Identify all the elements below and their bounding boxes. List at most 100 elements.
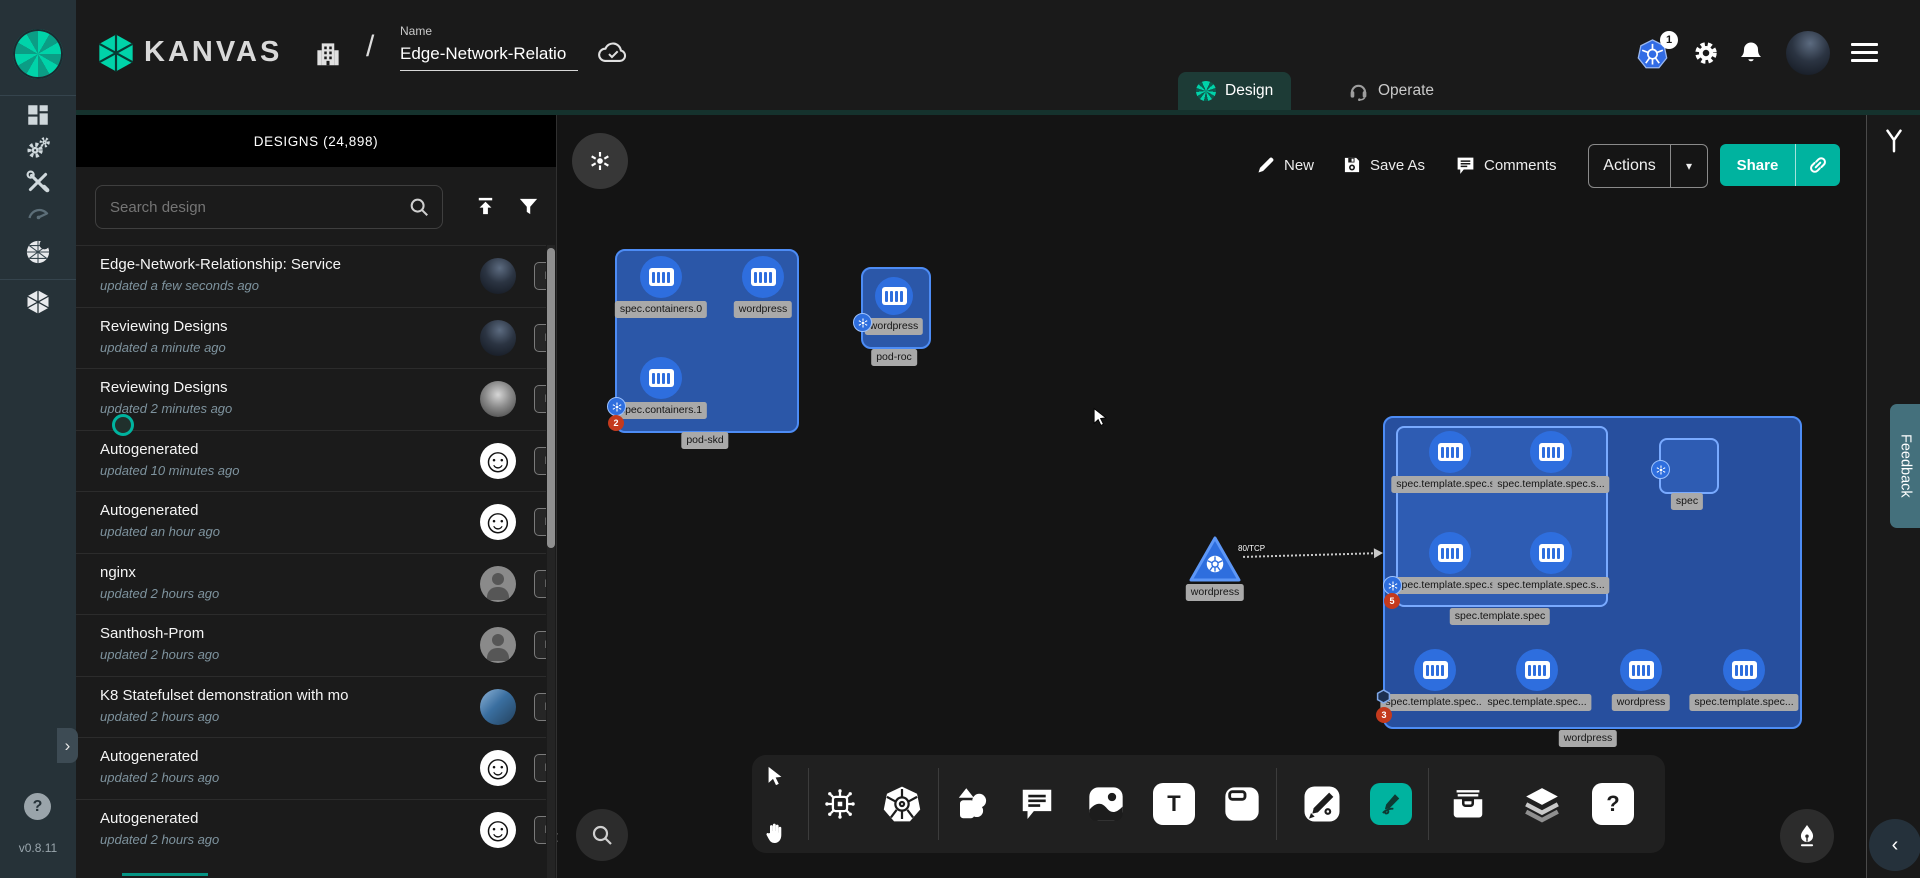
rail-collapse-button[interactable]: ‹ bbox=[1869, 819, 1920, 871]
container-node[interactable] bbox=[1620, 649, 1662, 691]
save-as-floppy-icon[interactable] bbox=[1342, 155, 1362, 175]
canvas-quick-button[interactable] bbox=[572, 133, 628, 189]
new-button[interactable]: New bbox=[1284, 157, 1314, 174]
design-title: K8 Statefulset demonstration with mo bbox=[100, 687, 348, 704]
kubernetes-badge-icon[interactable] bbox=[853, 313, 872, 332]
list-scrollbar-thumb[interactable] bbox=[547, 248, 555, 548]
container-label: spec.template.spec.s... bbox=[1391, 577, 1508, 594]
comments-button[interactable]: Comments bbox=[1484, 157, 1557, 174]
sidebar-item-meshery[interactable] bbox=[21, 235, 55, 269]
visibility-button[interactable]: PUBLIC bbox=[534, 385, 546, 413]
tab-rect-icon bbox=[1222, 784, 1262, 824]
visibility-button[interactable]: PUBLIC bbox=[534, 631, 546, 659]
sidebar-item-configuration[interactable] bbox=[21, 165, 55, 199]
chevron-down-icon[interactable]: ▾ bbox=[1671, 159, 1707, 173]
new-design-pencil-icon[interactable] bbox=[1256, 155, 1276, 175]
edge-pen-tool-button[interactable] bbox=[1299, 781, 1345, 827]
container-node[interactable] bbox=[1530, 532, 1572, 574]
freehand-draw-tool-button[interactable] bbox=[1368, 781, 1414, 827]
visibility-button[interactable]: PUBLIC bbox=[534, 508, 546, 536]
container-node[interactable] bbox=[1723, 649, 1765, 691]
container-node[interactable] bbox=[640, 256, 682, 298]
layers-tool-button[interactable] bbox=[1519, 781, 1565, 827]
design-list-item[interactable]: Autogenerated updated 10 minutes ago ☺ P… bbox=[76, 430, 546, 492]
select-tool-button[interactable] bbox=[752, 753, 798, 799]
settings-gear-icon[interactable] bbox=[1692, 39, 1720, 67]
help-tool-button[interactable]: ? bbox=[1590, 781, 1636, 827]
error-count-badge[interactable]: 2 bbox=[608, 415, 624, 431]
design-title: Autogenerated bbox=[100, 502, 198, 519]
user-avatar[interactable] bbox=[1786, 31, 1830, 75]
share-button[interactable]: Share bbox=[1720, 144, 1840, 186]
design-search-input[interactable] bbox=[96, 199, 408, 216]
tab-operate[interactable]: Operate bbox=[1330, 72, 1452, 110]
help-button[interactable]: ? bbox=[24, 793, 51, 820]
visibility-button[interactable]: PUBLIC▾ bbox=[534, 324, 546, 352]
sidebar-item-dashboard[interactable] bbox=[21, 98, 55, 132]
hamburger-menu-icon[interactable] bbox=[1851, 43, 1878, 62]
text-tool-button[interactable]: T bbox=[1151, 781, 1197, 827]
container-node[interactable] bbox=[1429, 532, 1471, 574]
save-as-button[interactable]: Save As bbox=[1370, 157, 1425, 174]
design-list-item[interactable]: Reviewing Designs updated a minute ago P… bbox=[76, 307, 546, 369]
comment-tool-button[interactable] bbox=[1014, 781, 1060, 827]
organization-icon[interactable] bbox=[313, 39, 343, 69]
scribble-pencil-icon bbox=[1370, 783, 1412, 825]
hexagon-badge-icon[interactable] bbox=[1376, 689, 1391, 704]
zoom-search-button[interactable] bbox=[576, 809, 628, 861]
visibility-button[interactable]: PUBLIC bbox=[534, 570, 546, 598]
container-node[interactable] bbox=[1516, 649, 1558, 691]
container-node[interactable] bbox=[875, 277, 913, 315]
sidebar-expand-button[interactable]: › bbox=[57, 728, 78, 763]
container-node[interactable] bbox=[1530, 431, 1572, 473]
container-label: spec.template.spec.s... bbox=[1492, 577, 1609, 594]
pen-mode-button[interactable] bbox=[1780, 809, 1834, 863]
sidebar-item-kanvas[interactable] bbox=[21, 285, 55, 319]
kanvas-hexagon-logo-icon bbox=[96, 33, 136, 73]
tab-design[interactable]: Design bbox=[1178, 72, 1291, 110]
design-list-item[interactable]: K8 Statefulset demonstration with mo upd… bbox=[76, 676, 546, 738]
kubernetes-badge-icon[interactable] bbox=[607, 397, 626, 416]
notifications-bell-icon[interactable] bbox=[1737, 39, 1765, 67]
components-tool-button[interactable] bbox=[817, 781, 863, 827]
container-node[interactable] bbox=[742, 256, 784, 298]
design-list-item[interactable]: Santhosh-Prom updated 2 hours ago PUBLIC bbox=[76, 614, 546, 676]
filter-funnel-icon[interactable] bbox=[517, 195, 540, 218]
kubernetes-badge-icon[interactable] bbox=[1651, 460, 1670, 479]
design-list-item[interactable]: Autogenerated updated an hour ago ☺ PUBL… bbox=[76, 491, 546, 553]
versions-y-icon[interactable] bbox=[1881, 128, 1907, 154]
drawer-tool-button[interactable] bbox=[1445, 781, 1491, 827]
design-list-item[interactable]: Autogenerated updated 2 hours ago ☺ PUBL… bbox=[76, 799, 546, 861]
error-count-badge[interactable]: 5 bbox=[1384, 593, 1400, 609]
import-design-icon[interactable] bbox=[474, 195, 497, 218]
design-name-input[interactable] bbox=[400, 42, 578, 71]
design-updated: updated 2 hours ago bbox=[100, 832, 219, 847]
avatar bbox=[480, 381, 516, 417]
sidebar-item-performance[interactable] bbox=[21, 196, 55, 230]
image-tool-button[interactable] bbox=[1083, 781, 1129, 827]
node-service-wordpress[interactable] bbox=[1187, 534, 1243, 584]
actions-button[interactable]: Actions ▾ bbox=[1588, 144, 1708, 188]
visibility-button[interactable]: PUBLIC bbox=[534, 816, 546, 844]
visibility-button[interactable]: PUBLIC bbox=[534, 447, 546, 475]
kubernetes-tool-button[interactable] bbox=[879, 781, 925, 827]
design-list-item[interactable]: Autogenerated updated 2 hours ago ☺ PUBL… bbox=[76, 737, 546, 799]
comments-icon[interactable] bbox=[1455, 155, 1476, 176]
meshery-logo-icon[interactable] bbox=[13, 29, 63, 79]
feedback-tab[interactable]: Feedback bbox=[1890, 404, 1920, 528]
design-list-item[interactable]: nginx updated 2 hours ago PUBLIC bbox=[76, 553, 546, 615]
section-tool-button[interactable] bbox=[1219, 781, 1265, 827]
pan-tool-button[interactable] bbox=[752, 810, 798, 856]
sidebar-item-lifecycle[interactable] bbox=[21, 131, 55, 165]
error-count-badge[interactable]: 3 bbox=[1376, 707, 1392, 723]
container-node[interactable] bbox=[640, 357, 682, 399]
shapes-tool-button[interactable] bbox=[949, 781, 995, 827]
container-node[interactable] bbox=[1429, 431, 1471, 473]
container-node[interactable] bbox=[1414, 649, 1456, 691]
visibility-button[interactable]: PUBLIC▾ bbox=[534, 262, 546, 290]
design-list-item[interactable]: Reviewing Designs updated 2 minutes ago … bbox=[76, 368, 546, 430]
visibility-button[interactable]: PUBLIC bbox=[534, 693, 546, 721]
visibility-button[interactable]: PUBLIC bbox=[534, 754, 546, 782]
copy-link-icon[interactable] bbox=[1796, 154, 1840, 176]
design-list-item[interactable]: Edge-Network-Relationship: Service updat… bbox=[76, 245, 546, 307]
